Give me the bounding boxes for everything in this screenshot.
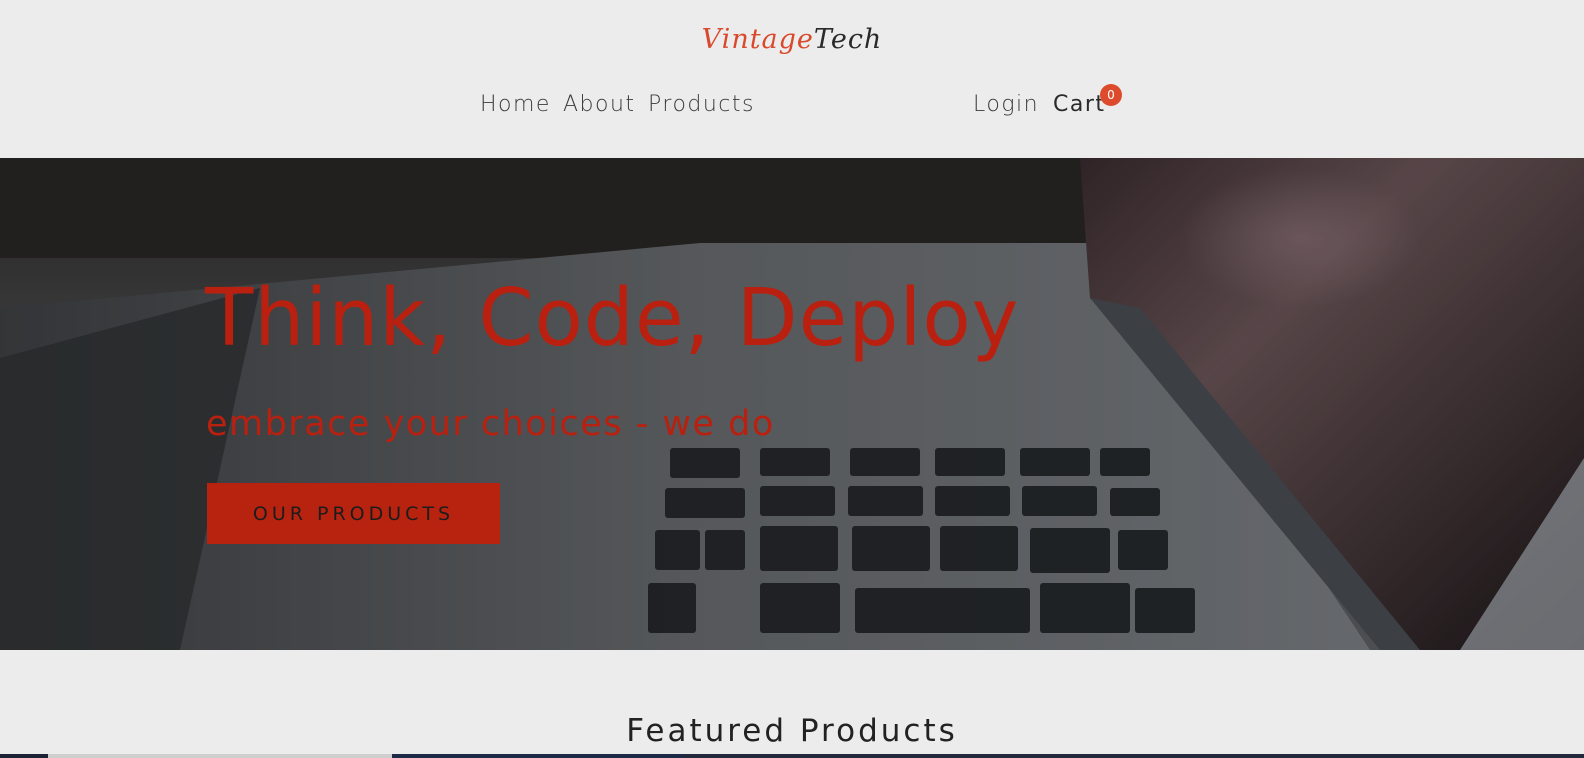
- product-cards-row: [0, 754, 1584, 758]
- logo-tech: Tech: [813, 24, 883, 55]
- hero-subtitle: embrace your choices - we do: [206, 404, 775, 444]
- nav-home-link[interactable]: Home: [480, 92, 551, 117]
- hero-title: Think, Code, Deploy: [205, 272, 1020, 364]
- product-card-edge[interactable]: [48, 754, 392, 758]
- nav-login-link[interactable]: Login: [973, 92, 1039, 117]
- nav-products-link[interactable]: Products: [648, 92, 755, 117]
- featured-products-heading: Featured Products: [626, 713, 958, 749]
- product-card-edge[interactable]: [0, 754, 48, 758]
- brand-logo[interactable]: VintageTech: [0, 24, 1584, 55]
- cart-count-badge: 0: [1100, 84, 1122, 106]
- site-header: VintageTech Home About Products Login Ca…: [0, 0, 1584, 158]
- logo-vintage: Vintage: [701, 24, 814, 55]
- product-card-edge[interactable]: [684, 754, 1584, 758]
- nav-about-link[interactable]: About: [563, 92, 636, 117]
- hero-banner: Think, Code, Deploy embrace your choices…: [0, 158, 1584, 650]
- nav-cart-link[interactable]: Cart: [1053, 92, 1106, 117]
- our-products-button[interactable]: OUR PRODUCTS: [207, 483, 500, 544]
- product-card-edge[interactable]: [392, 754, 684, 758]
- page: VintageTech Home About Products Login Ca…: [0, 0, 1584, 758]
